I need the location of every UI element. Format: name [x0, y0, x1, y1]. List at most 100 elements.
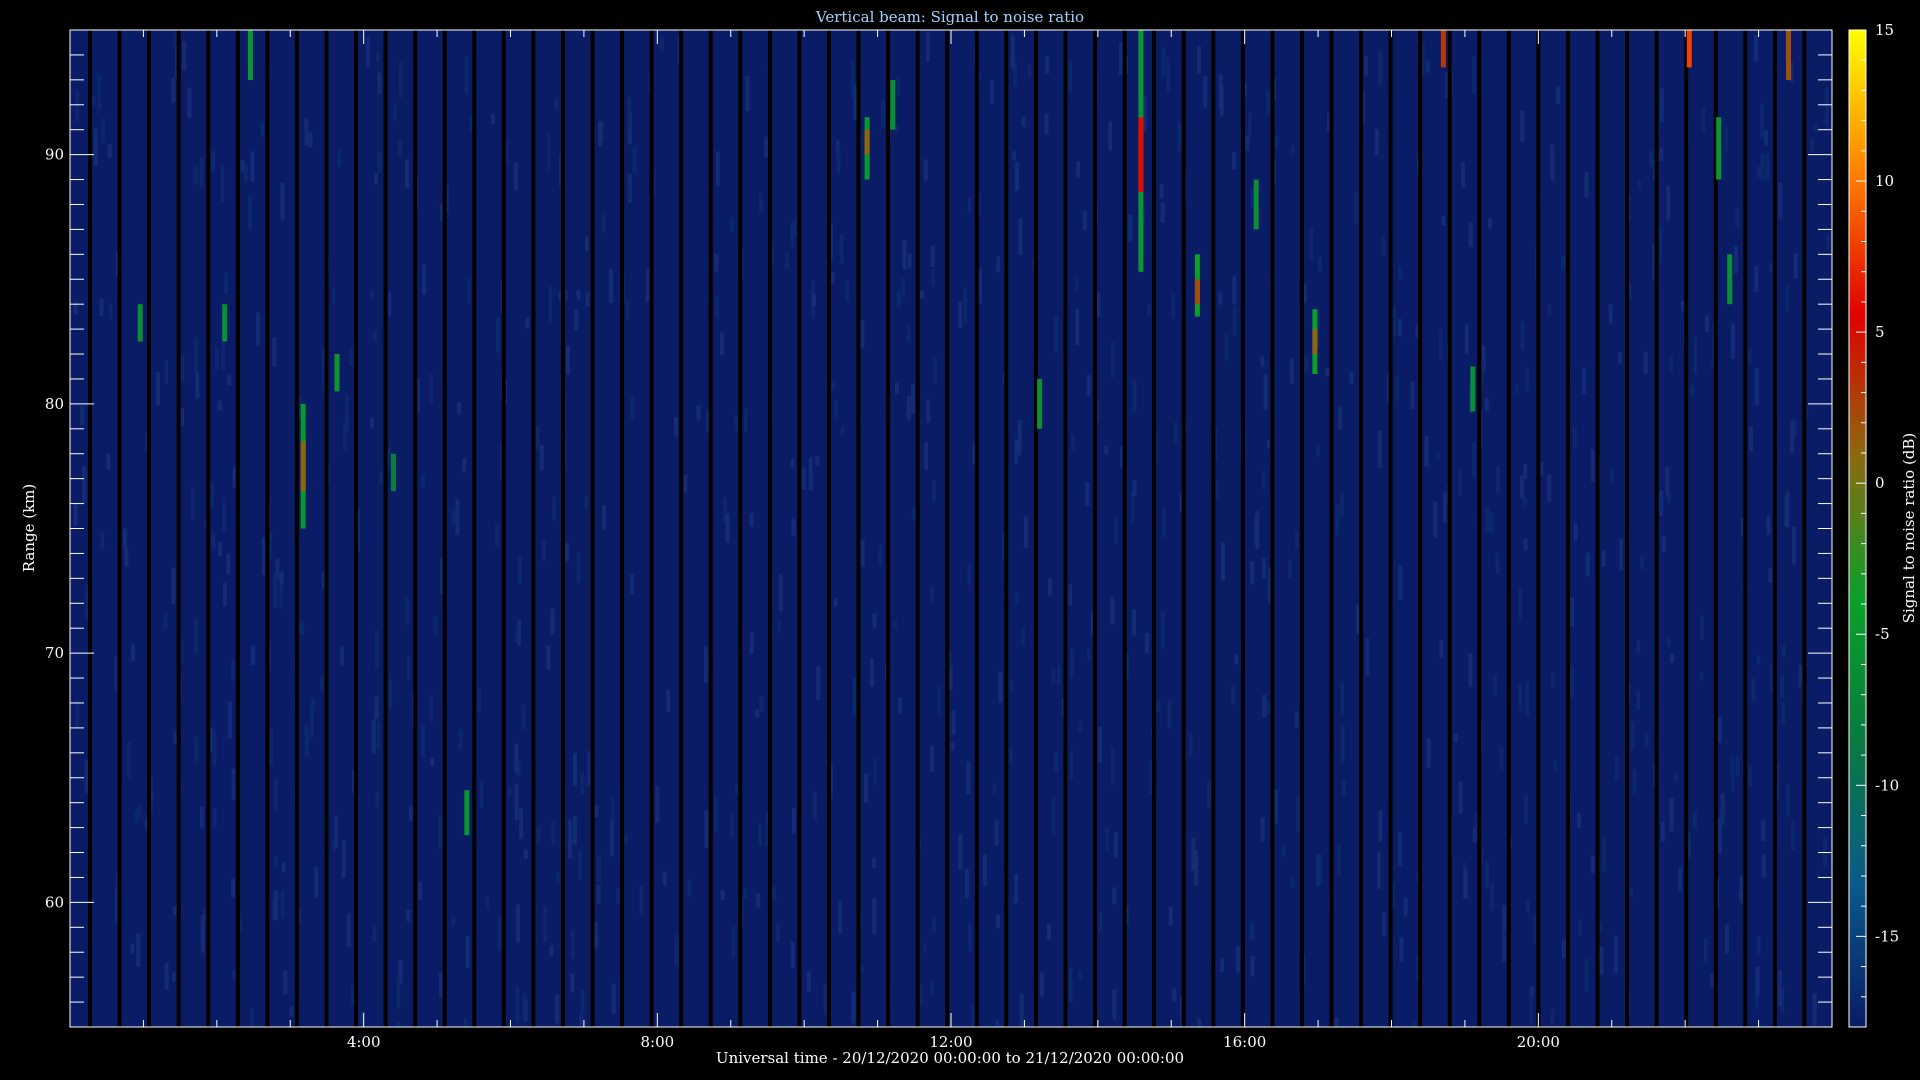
noise-speck	[1699, 671, 1704, 681]
noise-speck	[231, 661, 236, 682]
data-gap	[1625, 30, 1630, 1027]
noise-speck	[1610, 469, 1615, 483]
noise-speck	[1573, 523, 1578, 541]
noise-speck	[1550, 1008, 1555, 1025]
noise-speck	[957, 301, 962, 329]
noise-speck	[687, 878, 692, 897]
noise-speck	[715, 151, 720, 186]
noise-speck	[1162, 507, 1167, 538]
noise-speck	[594, 805, 599, 818]
noise-speck	[1112, 989, 1117, 1020]
noise-speck	[515, 904, 520, 943]
noise-speck	[1733, 246, 1738, 274]
noise-speck	[929, 981, 934, 996]
noise-speck	[1335, 504, 1340, 535]
noise-speck	[1398, 565, 1403, 600]
noise-speck	[513, 162, 518, 191]
noise-speck	[1643, 351, 1648, 374]
noise-speck	[133, 810, 138, 823]
noise-speck	[1232, 152, 1237, 169]
noise-speck	[615, 888, 620, 904]
noise-speck	[1069, 750, 1074, 779]
noise-speck	[100, 531, 105, 550]
noise-speck	[880, 99, 885, 129]
data-gap	[501, 30, 506, 1027]
noise-speck	[639, 885, 644, 917]
noise-speck	[218, 541, 223, 557]
noise-speck	[1075, 278, 1079, 291]
noise-speck	[1395, 376, 1400, 401]
noise-speck	[462, 458, 467, 473]
noise-speck	[387, 292, 392, 316]
noise-speck	[967, 562, 972, 586]
noise-speck	[872, 857, 877, 869]
echo-mark	[1716, 117, 1722, 180]
noise-speck	[833, 399, 838, 418]
noise-speck	[743, 408, 748, 432]
noise-speck	[373, 330, 378, 342]
noise-speck	[632, 147, 637, 173]
noise-speck	[1785, 491, 1790, 527]
noise-speck	[106, 453, 111, 470]
noise-speck	[1472, 441, 1476, 477]
noise-speck	[833, 598, 838, 607]
noise-speck	[1166, 57, 1171, 93]
noise-speck	[601, 214, 606, 233]
noise-speck	[1461, 162, 1466, 188]
noise-speck	[1669, 798, 1674, 832]
noise-speck	[1086, 647, 1091, 659]
noise-speck	[967, 198, 972, 213]
noise-speck	[645, 268, 650, 302]
noise-speck	[720, 890, 725, 901]
data-gap	[117, 30, 122, 1027]
noise-speck	[214, 348, 219, 371]
echo-mark	[1786, 30, 1791, 80]
noise-speck	[466, 278, 471, 305]
noise-speck	[187, 87, 192, 118]
noise-speck	[1167, 700, 1172, 729]
data-gap	[88, 30, 92, 1027]
noise-speck	[280, 182, 285, 221]
noise-speck	[1547, 304, 1552, 316]
plot-area	[69, 29, 1833, 1028]
noise-speck	[1629, 887, 1634, 897]
noise-speck	[514, 630, 519, 642]
noise-speck	[580, 773, 585, 795]
noise-speck	[554, 97, 559, 111]
noise-speck	[1761, 820, 1766, 841]
noise-speck	[674, 934, 679, 966]
data-gap	[1447, 30, 1452, 1027]
noise-speck	[1290, 875, 1295, 888]
noise-speck	[756, 893, 761, 908]
noise-speck	[951, 710, 956, 735]
noise-speck	[122, 528, 127, 549]
noise-speck	[1666, 637, 1671, 647]
noise-speck	[334, 815, 339, 848]
noise-speck	[458, 729, 463, 749]
data-gap	[1299, 30, 1304, 1027]
noise-speck	[1051, 668, 1056, 683]
noise-speck	[1247, 112, 1252, 138]
noise-speck	[1027, 64, 1032, 78]
echo-mark	[300, 441, 306, 492]
noise-speck	[966, 761, 971, 795]
noise-speck	[1261, 471, 1266, 489]
noise-speck	[894, 382, 899, 395]
data-gap	[383, 30, 388, 1027]
noise-speck	[758, 822, 763, 846]
colorbar-tick-label: 5	[1875, 323, 1885, 341]
noise-speck	[522, 993, 527, 1019]
data-gap	[1477, 30, 1482, 1027]
noise-speck	[365, 37, 370, 68]
noise-speck	[860, 539, 865, 568]
noise-speck	[345, 394, 350, 433]
noise-speck	[1458, 469, 1463, 496]
noise-speck	[163, 613, 168, 629]
echo-mark	[1686, 30, 1692, 68]
noise-speck	[220, 342, 225, 370]
noise-speck	[1632, 769, 1637, 794]
noise-speck	[1790, 420, 1795, 453]
noise-speck	[1403, 897, 1408, 917]
noise-speck	[1392, 308, 1397, 336]
noise-speck	[565, 543, 570, 562]
